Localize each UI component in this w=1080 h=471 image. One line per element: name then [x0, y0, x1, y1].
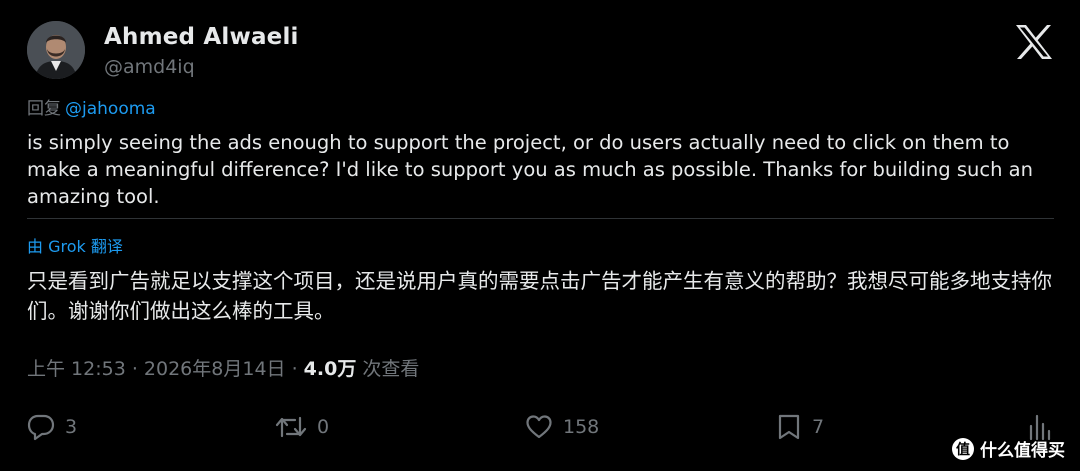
- reply-mention-link[interactable]: @jahooma: [65, 99, 156, 119]
- like-button[interactable]: 158: [525, 405, 599, 449]
- watermark-badge: 值: [952, 437, 974, 460]
- tweet-metadata: 上午 12:53 · 2026年8月14日 · 4.0万 次查看: [27, 354, 419, 381]
- bookmark-button[interactable]: 7: [776, 405, 824, 449]
- bookmark-icon: [778, 414, 800, 440]
- action-bar: 3 0 158 7: [0, 405, 1080, 449]
- x-logo-icon[interactable]: [1014, 24, 1054, 60]
- tweet-time[interactable]: 上午 12:53: [27, 358, 126, 380]
- author-display-name[interactable]: Ahmed Alwaeli: [104, 24, 299, 50]
- retweet-button[interactable]: 0: [275, 405, 329, 449]
- avatar-photo-icon: [27, 21, 85, 79]
- reply-button[interactable]: 3: [27, 405, 77, 449]
- translated-by-grok[interactable]: 由 Grok 翻译: [27, 233, 123, 257]
- author-avatar[interactable]: [27, 21, 85, 79]
- watermark: 值 什么值得买: [952, 436, 1065, 461]
- reply-icon: [27, 414, 55, 441]
- reply-prefix: 回复: [27, 99, 61, 119]
- tweet-card: Ahmed Alwaeli @amd4iq 回复 @jahooma is simp…: [0, 0, 1080, 471]
- watermark-text: 什么值得买: [980, 441, 1065, 461]
- bookmark-count: 7: [812, 416, 825, 438]
- views-label: 次查看: [356, 358, 420, 380]
- translated-text: 只是看到广告就足以支撑这个项目，还是说用户真的需要点击广告才能产生有意义的帮助？…: [27, 269, 1052, 323]
- tweet-date[interactable]: 2026年8月14日: [144, 358, 286, 380]
- meta-separator: ·: [285, 358, 304, 380]
- like-count: 158: [563, 416, 600, 438]
- retweet-icon: [275, 416, 307, 438]
- heart-icon: [526, 415, 552, 439]
- reply-count: 3: [65, 416, 78, 438]
- divider: [27, 218, 1054, 219]
- replying-to: 回复 @jahooma: [27, 94, 156, 119]
- meta-separator: ·: [125, 358, 144, 380]
- retweet-count: 0: [317, 416, 330, 438]
- tweet-text: is simply seeing the ads enough to suppo…: [27, 131, 1033, 208]
- views-count: 4.0万: [303, 358, 357, 380]
- author-handle[interactable]: @amd4iq: [104, 56, 195, 78]
